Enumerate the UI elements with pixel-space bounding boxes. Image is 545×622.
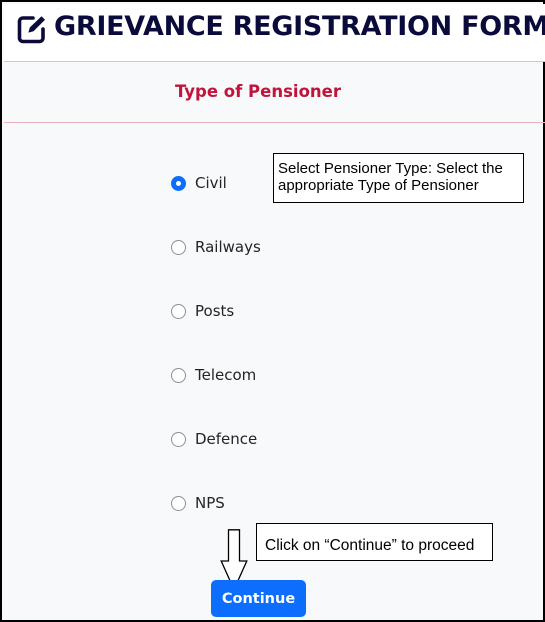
radio-label-nps: NPS [195,494,225,512]
radio-civil[interactable] [171,175,186,191]
radio-label-posts: Posts [195,302,235,320]
radio-label-civil: Civil [195,174,227,192]
edit-icon [17,16,45,44]
radio-railways[interactable] [171,239,186,255]
radio-telecom[interactable] [171,367,186,383]
continue-button[interactable]: Continue [211,580,306,617]
radio-option-telecom[interactable]: Telecom [171,365,256,385]
radio-defence[interactable] [171,431,186,447]
radio-option-civil[interactable]: Civil [171,173,227,193]
pensioner-type-callout: Select Pensioner Type: Select the approp… [273,153,524,203]
section-title: Type of Pensioner [175,82,341,101]
radio-option-posts[interactable]: Posts [171,301,234,321]
page-title: GRIEVANCE REGISTRATION FORM [54,11,545,42]
page-header: GRIEVANCE REGISTRATION FORM [4,4,545,62]
section-divider [4,122,545,123]
screenshot-frame: GRIEVANCE REGISTRATION FORM Type of Pens… [0,0,545,622]
radio-nps[interactable] [171,495,186,511]
radio-option-nps[interactable]: NPS [171,493,225,513]
radio-posts[interactable] [171,303,186,319]
radio-label-telecom: Telecom [195,366,257,384]
radio-option-railways[interactable]: Railways [171,237,261,257]
radio-label-railways: Railways [195,238,261,256]
continue-callout: Click on “Continue” to proceed [256,523,493,561]
radio-option-defence[interactable]: Defence [171,429,257,449]
radio-label-defence: Defence [195,430,258,448]
